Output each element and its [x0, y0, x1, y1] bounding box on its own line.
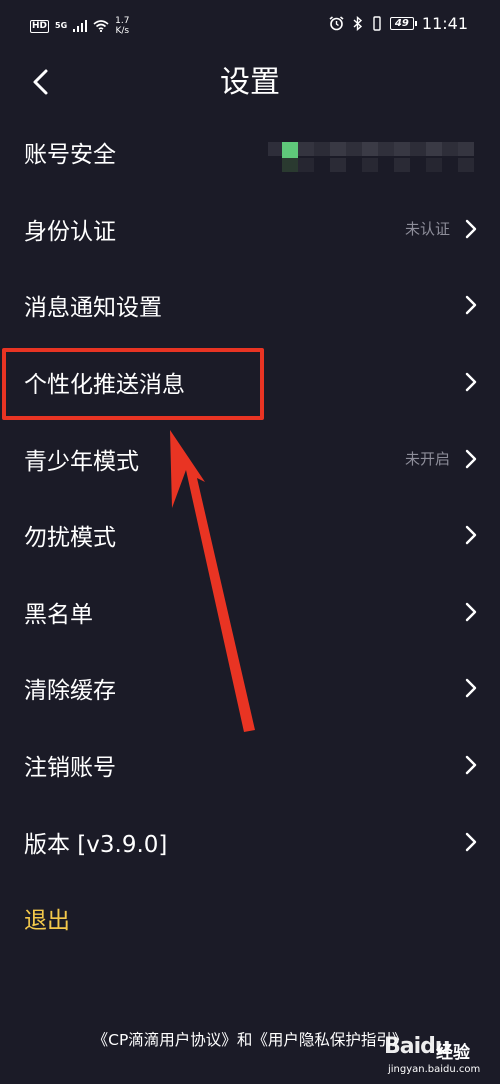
watermark-url: jingyan.baidu.com [388, 1064, 481, 1075]
watermark-sub: 经验 [436, 1043, 470, 1063]
speed-unit: K/s [115, 26, 130, 36]
chevron-right-icon [465, 372, 477, 392]
status-left: HD 5G 1.7 K/s [30, 16, 129, 36]
settings-item-clear-cache[interactable]: 清除缓存 [0, 650, 500, 727]
logout-button[interactable]: 退出 [0, 880, 500, 957]
signal-icon [73, 20, 88, 32]
settings-list: 账号安全 身份认证 未认证 消息通知设置 个性化推送消息 青少年模式 未开启 勿… [0, 114, 500, 957]
speed-value: 1.7 [115, 16, 130, 26]
network-type: 5G [55, 21, 68, 30]
settings-item-account-security[interactable]: 账号安全 [0, 114, 500, 191]
clock: 11:41 [421, 14, 468, 33]
baidu-jingyan-watermark: Baidu 经验 jingyan.baidu.com [384, 1030, 494, 1080]
status-right: 49 11:41 [329, 14, 468, 33]
chevron-right-icon [465, 602, 477, 622]
teen-mode-status: 未开启 [404, 450, 450, 469]
settings-item-label: 注销账号 [24, 755, 116, 782]
chevron-right-icon [465, 679, 477, 698]
settings-item-label: 版本 [v3.9.0] [24, 831, 168, 858]
pixelated-account-value [268, 142, 474, 172]
user-agreement-link[interactable]: 《CP滴滴用户协议》 [93, 1031, 237, 1049]
settings-item-label: 清除缓存 [24, 678, 116, 705]
settings-item-teen-mode[interactable]: 青少年模式 未开启 [0, 420, 500, 497]
logout-label: 退出 [24, 908, 70, 935]
settings-item-version[interactable]: 版本 [v3.9.0] [0, 803, 500, 880]
verification-status: 未认证 [404, 220, 450, 239]
chevron-right-icon [465, 219, 477, 239]
settings-item-delete-account[interactable]: 注销账号 [0, 727, 500, 804]
wifi-icon [93, 20, 109, 32]
battery-level: 49 [394, 18, 409, 29]
chevron-right-icon [465, 526, 477, 545]
settings-item-label: 黑名单 [24, 601, 93, 628]
settings-item-label: 个性化推送消息 [24, 372, 185, 399]
status-bar: HD 5G 1.7 K/s 49 11:41 [0, 0, 500, 52]
vibrate-icon [373, 16, 381, 31]
hd-indicator: HD [30, 19, 50, 33]
settings-item-label: 身份认证 [24, 218, 116, 245]
settings-item-label: 消息通知设置 [24, 295, 162, 322]
settings-item-personalized-push[interactable]: 个性化推送消息 [0, 344, 500, 421]
settings-item-identity-verification[interactable]: 身份认证 未认证 [0, 191, 500, 268]
settings-item-do-not-disturb[interactable]: 勿扰模式 [0, 497, 500, 574]
chevron-right-icon [465, 449, 477, 468]
battery-icon: 49 [389, 17, 417, 30]
settings-item-label: 勿扰模式 [24, 525, 116, 552]
page-title: 设置 [220, 65, 280, 100]
footer-connector: 和 [236, 1031, 253, 1049]
settings-item-label: 青少年模式 [24, 448, 139, 475]
settings-item-notification-settings[interactable]: 消息通知设置 [0, 267, 500, 344]
network-speed: 1.7 K/s [115, 16, 129, 36]
chevron-right-icon [465, 755, 477, 775]
bluetooth-icon [353, 16, 362, 31]
header: 设置 [0, 52, 500, 114]
settings-item-label: 账号安全 [24, 142, 116, 169]
alarm-icon [329, 16, 344, 31]
settings-item-blacklist[interactable]: 黑名单 [0, 574, 500, 651]
chevron-right-icon [465, 296, 477, 315]
chevron-right-icon [465, 832, 477, 851]
